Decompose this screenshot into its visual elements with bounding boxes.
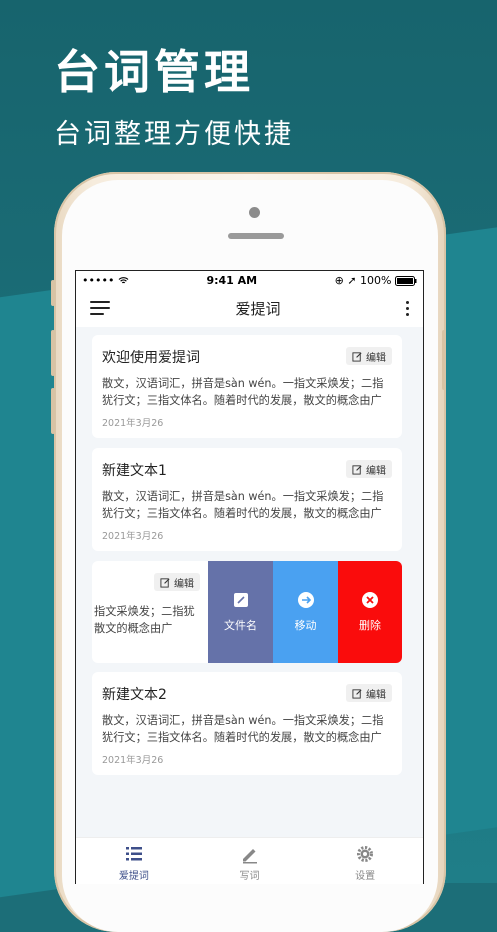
mute-switch [51,280,55,306]
edit-button[interactable]: 编辑 [346,460,392,478]
more-options-icon[interactable] [405,298,409,319]
edit-label: 编辑 [174,578,194,590]
card-title: 新建文本2 [102,687,167,703]
delete-button[interactable]: 删除 [338,561,402,663]
move-button[interactable]: 移动 [273,561,338,663]
rename-icon [232,591,250,609]
page-title: 爱提词 [235,299,281,318]
promo-title: 台词管理 [54,45,254,99]
battery-percent: 100% [360,273,392,287]
edit-button[interactable]: 编辑 [154,573,200,591]
card-title: 新建文本1 [102,463,167,479]
delete-label: 删除 [359,619,381,632]
edit-label: 编辑 [366,352,386,364]
earpiece-speaker [228,233,284,239]
tab-words[interactable]: 爱提词 [76,838,192,884]
card-preview-line: 散文的概念由广 [94,622,173,635]
edit-icon [352,688,362,699]
move-label: 移动 [294,619,317,632]
tab-label: 爱提词 [118,871,149,882]
edit-button[interactable]: 编辑 [346,684,392,702]
edit-label: 编辑 [366,465,386,477]
edit-icon [352,464,362,475]
edit-icon [160,577,170,588]
volume-down-button [51,388,55,434]
delete-icon [361,591,379,609]
list-item[interactable]: 新建文本2 编辑 散文，汉语词汇，拼音是sàn wén。一指文采焕发；二指犹行文… [92,672,402,775]
status-bar: ••••• 9:41 AM ⊕ ➚ 100% [76,271,423,289]
list-icon [125,847,142,861]
edit-icon [352,351,362,362]
volume-up-button [51,330,55,376]
card-date: 2021年3月26 [102,755,164,766]
swiped-card-content[interactable]: 编辑 指文采焕发；二指犹 散文的概念由广 [92,561,208,663]
list-item[interactable]: 新建文本1 编辑 散文，汉语词汇，拼音是sàn wén。一指文采焕发；二指犹行文… [92,448,402,551]
card-preview: 散文，汉语词汇，拼音是sàn wén。一指文采焕发；二指犹行文；三指文体名。随着… [102,490,384,520]
app-screen: ••••• 9:41 AM ⊕ ➚ 100% 爱提词 欢迎使用爱提词 编辑 散文… [75,270,424,884]
navigation-bar: 爱提词 [76,289,423,327]
tab-label: 写词 [239,871,260,882]
tab-settings[interactable]: 设置 [307,838,423,884]
signal-indicator: ••••• [82,274,129,287]
wifi-icon [118,274,129,287]
status-time: 9:41 AM [206,273,258,287]
card-title: 欢迎使用爱提词 [102,350,200,366]
tab-bar: 爱提词 写词 设置 [76,837,423,884]
battery-icon [395,274,417,287]
card-date: 2021年3月26 [102,418,164,429]
edit-button[interactable]: 编辑 [346,347,392,365]
status-right: ⊕ ➚ 100% [335,274,417,287]
power-button [442,330,446,390]
gear-icon [357,846,374,862]
tab-label: 设置 [355,871,376,882]
rename-label: 文件名 [224,619,257,632]
move-icon [297,591,315,609]
lock-rotation-icon: ⊕ [334,273,344,287]
card-preview: 指文采焕发；二指犹 散文的概念由广 [94,603,195,637]
swiped-list-item[interactable]: 编辑 指文采焕发；二指犹 散文的概念由广 文件名 移动 删除 [92,561,402,663]
rename-button[interactable]: 文件名 [208,561,273,663]
card-preview: 散文，汉语词汇，拼音是sàn wén。一指文采焕发；二指犹行文；三指文体名。随着… [102,714,384,744]
tab-write[interactable]: 写词 [192,838,308,884]
list-item[interactable]: 欢迎使用爱提词 编辑 散文，汉语词汇，拼音是sàn wén。一指文采焕发；二指犹… [92,335,402,438]
promo-subtitle: 台词整理方便快捷 [54,119,294,150]
edit-label: 编辑 [366,689,386,701]
card-preview: 散文，汉语词汇，拼音是sàn wén。一指文采焕发；二指犹行文；三指文体名。随着… [102,377,384,407]
card-preview-line: 指文采焕发；二指犹 [94,605,195,618]
card-date: 2021年3月26 [102,531,164,542]
front-camera [249,207,260,218]
pencil-icon [242,849,257,864]
location-icon: ➚ [347,273,357,287]
menu-icon[interactable] [90,297,110,319]
